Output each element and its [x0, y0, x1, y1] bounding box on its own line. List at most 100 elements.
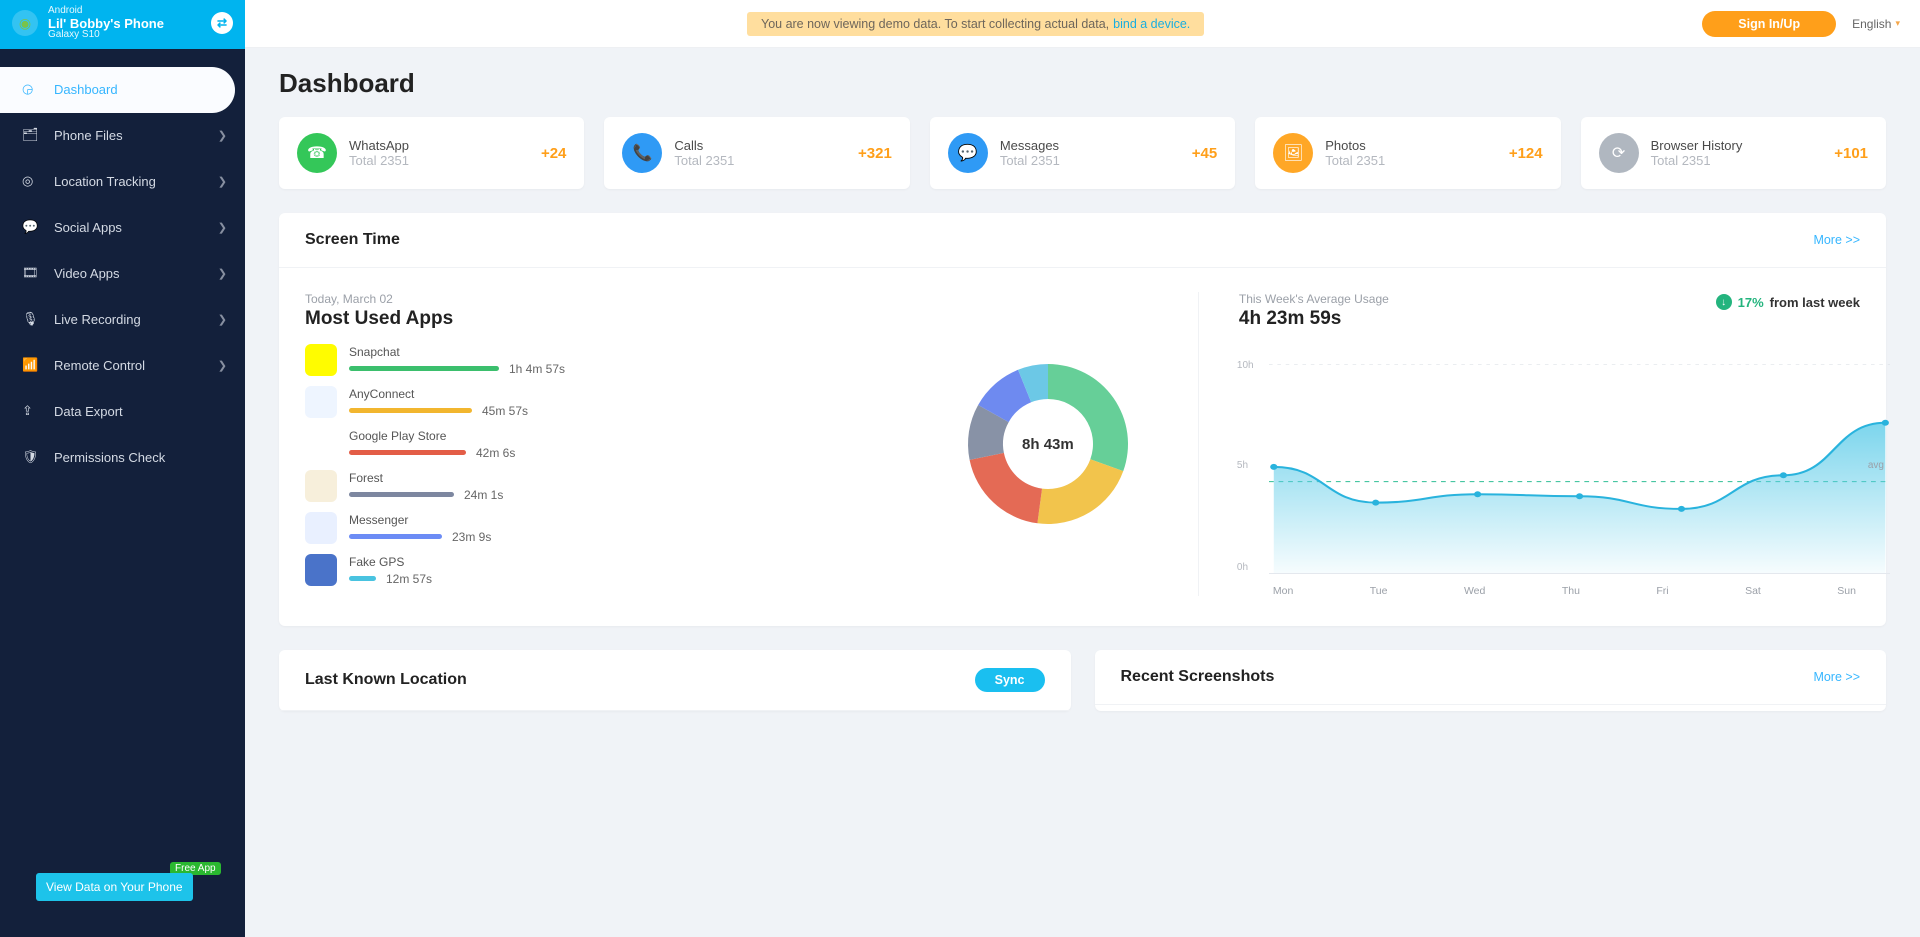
stat-icon: ⟳ — [1599, 133, 1639, 173]
page-title: Dashboard — [279, 68, 1886, 99]
stat-delta: +101 — [1834, 145, 1868, 162]
language-selector[interactable]: English ▾ — [1852, 17, 1900, 31]
arrow-down-icon: ↓ — [1716, 294, 1732, 310]
usage-bar — [349, 366, 499, 371]
view-data-on-phone-button[interactable]: View Data on Your Phone — [36, 873, 193, 901]
app-icon — [305, 554, 337, 586]
android-icon: ◉ — [12, 10, 38, 36]
device-selector[interactable]: ◉ Android Lil' Bobby's Phone Galaxy S10 … — [0, 0, 245, 49]
stat-total: Total 2351 — [349, 153, 529, 168]
ytick-0h: 0h — [1237, 562, 1248, 573]
stat-name: WhatsApp — [349, 138, 529, 153]
device-name: Lil' Bobby's Phone — [48, 17, 164, 31]
sidebar-item-label: Video Apps — [54, 266, 120, 281]
demo-banner-text: You are now viewing demo data. To start … — [761, 17, 1109, 31]
sidebar-item-permissions-check[interactable]: 🛡 Permissions Check — [0, 435, 245, 481]
sign-in-button[interactable]: Sign In/Up — [1702, 11, 1836, 37]
week-x-axis: MonTueWedThuFriSatSun — [1239, 585, 1860, 597]
stat-delta: +24 — [541, 145, 566, 162]
sidebar-item-live-recording[interactable]: 🎙 Live Recording ❯ — [0, 297, 245, 343]
app-row-anyconnect: AnyConnect 45m 57s — [305, 386, 898, 418]
most-used-apps: Today, March 02 Most Used Apps Snapchat … — [305, 292, 898, 596]
week-average-value: 4h 23m 59s — [1239, 308, 1860, 330]
sidebar: ◉ Android Lil' Bobby's Phone Galaxy S10 … — [0, 0, 245, 937]
recent-screenshots-title: Recent Screenshots — [1121, 668, 1275, 686]
stat-total: Total 2351 — [1000, 153, 1180, 168]
remote-icon: 📶 — [22, 357, 40, 375]
app-icon — [305, 470, 337, 502]
files-icon: 🗂 — [22, 127, 40, 145]
stat-delta: +321 — [858, 145, 892, 162]
chevron-right-icon: ❯ — [218, 129, 227, 142]
demo-banner: You are now viewing demo data. To start … — [747, 12, 1204, 36]
app-row-fake-gps: Fake GPS 12m 57s — [305, 554, 898, 586]
xtick: Tue — [1370, 585, 1388, 597]
app-name: Forest — [349, 471, 898, 485]
usage-bar — [349, 450, 466, 455]
stat-total: Total 2351 — [674, 153, 846, 168]
sidebar-item-social-apps[interactable]: 💬 Social Apps ❯ — [0, 205, 245, 251]
usage-bar — [349, 534, 442, 539]
swap-icon[interactable]: ⇄ — [211, 12, 233, 34]
screen-time-panel: Screen Time More >> Today, March 02 Most… — [279, 213, 1886, 626]
mic-icon: 🎙 — [22, 311, 40, 329]
sync-button[interactable]: Sync — [975, 668, 1045, 692]
bind-device-link[interactable]: bind a device. — [1113, 17, 1190, 31]
avg-label: avg — [1868, 460, 1884, 471]
app-icon — [305, 512, 337, 544]
donut-center-total: 8h 43m — [1022, 436, 1074, 453]
chevron-right-icon: ❯ — [218, 175, 227, 188]
sidebar-item-label: Dashboard — [54, 82, 118, 97]
screen-time-date: Today, March 02 — [305, 292, 898, 306]
recent-screenshots-panel: Recent Screenshots More >> — [1095, 650, 1887, 711]
week-change-pct: 17% — [1738, 295, 1764, 310]
app-duration: 45m 57s — [482, 404, 528, 418]
stat-card-calls[interactable]: 📞 Calls Total 2351 +321 — [604, 117, 909, 189]
app-name: Fake GPS — [349, 555, 898, 569]
topbar: You are now viewing demo data. To start … — [245, 0, 1920, 48]
chevron-down-icon: ▾ — [1895, 18, 1900, 29]
sidebar-item-data-export[interactable]: ⇪ Data Export — [0, 389, 245, 435]
app-row-forest: Forest 24m 1s — [305, 470, 898, 502]
app-icon — [305, 428, 337, 460]
chevron-right-icon: ❯ — [218, 221, 227, 234]
sidebar-item-label: Phone Files — [54, 128, 123, 143]
gauge-icon: ◶ — [22, 81, 40, 99]
video-icon: 🎞 — [22, 265, 40, 283]
sidebar-item-remote-control[interactable]: 📶 Remote Control ❯ — [0, 343, 245, 389]
stat-card-whatsapp[interactable]: ☎ WhatsApp Total 2351 +24 — [279, 117, 584, 189]
stat-card-photos[interactable]: 🖼 Photos Total 2351 +124 — [1255, 117, 1560, 189]
sidebar-item-video-apps[interactable]: 🎞 Video Apps ❯ — [0, 251, 245, 297]
app-icon — [305, 386, 337, 418]
screen-time-more-link[interactable]: More >> — [1813, 233, 1860, 247]
stat-total: Total 2351 — [1651, 153, 1823, 168]
app-duration: 1h 4m 57s — [509, 362, 565, 376]
sidebar-item-dashboard[interactable]: ◶ Dashboard — [0, 67, 235, 113]
export-icon: ⇪ — [22, 403, 40, 421]
sidebar-item-location-tracking[interactable]: ◎ Location Tracking ❯ — [0, 159, 245, 205]
stat-name: Photos — [1325, 138, 1497, 153]
app-icon — [305, 344, 337, 376]
sidebar-item-phone-files[interactable]: 🗂 Phone Files ❯ — [0, 113, 245, 159]
week-change-tail: from last week — [1770, 295, 1860, 310]
recent-screenshots-more-link[interactable]: More >> — [1813, 670, 1860, 684]
week-average-section: This Week's Average Usage 4h 23m 59s ↓ 1… — [1198, 292, 1860, 596]
sidebar-item-label: Location Tracking — [54, 174, 156, 189]
sidebar-item-label: Live Recording — [54, 312, 141, 327]
xtick: Sat — [1745, 585, 1761, 597]
stat-card-browser-history[interactable]: ⟳ Browser History Total 2351 +101 — [1581, 117, 1886, 189]
xtick: Mon — [1273, 585, 1293, 597]
stat-card-messages[interactable]: 💬 Messages Total 2351 +45 — [930, 117, 1235, 189]
chevron-right-icon: ❯ — [218, 313, 227, 326]
shield-icon: 🛡 — [22, 449, 40, 467]
stat-icon: ☎ — [297, 133, 337, 173]
week-change: ↓ 17% from last week — [1716, 294, 1860, 310]
app-duration: 23m 9s — [452, 530, 491, 544]
stat-name: Messages — [1000, 138, 1180, 153]
app-name: AnyConnect — [349, 387, 898, 401]
ytick-10h: 10h — [1237, 360, 1254, 371]
usage-bar — [349, 576, 376, 581]
usage-donut-chart: 8h 43m — [938, 292, 1158, 596]
sidebar-item-label: Data Export — [54, 404, 123, 419]
screen-time-title: Screen Time — [305, 231, 400, 249]
